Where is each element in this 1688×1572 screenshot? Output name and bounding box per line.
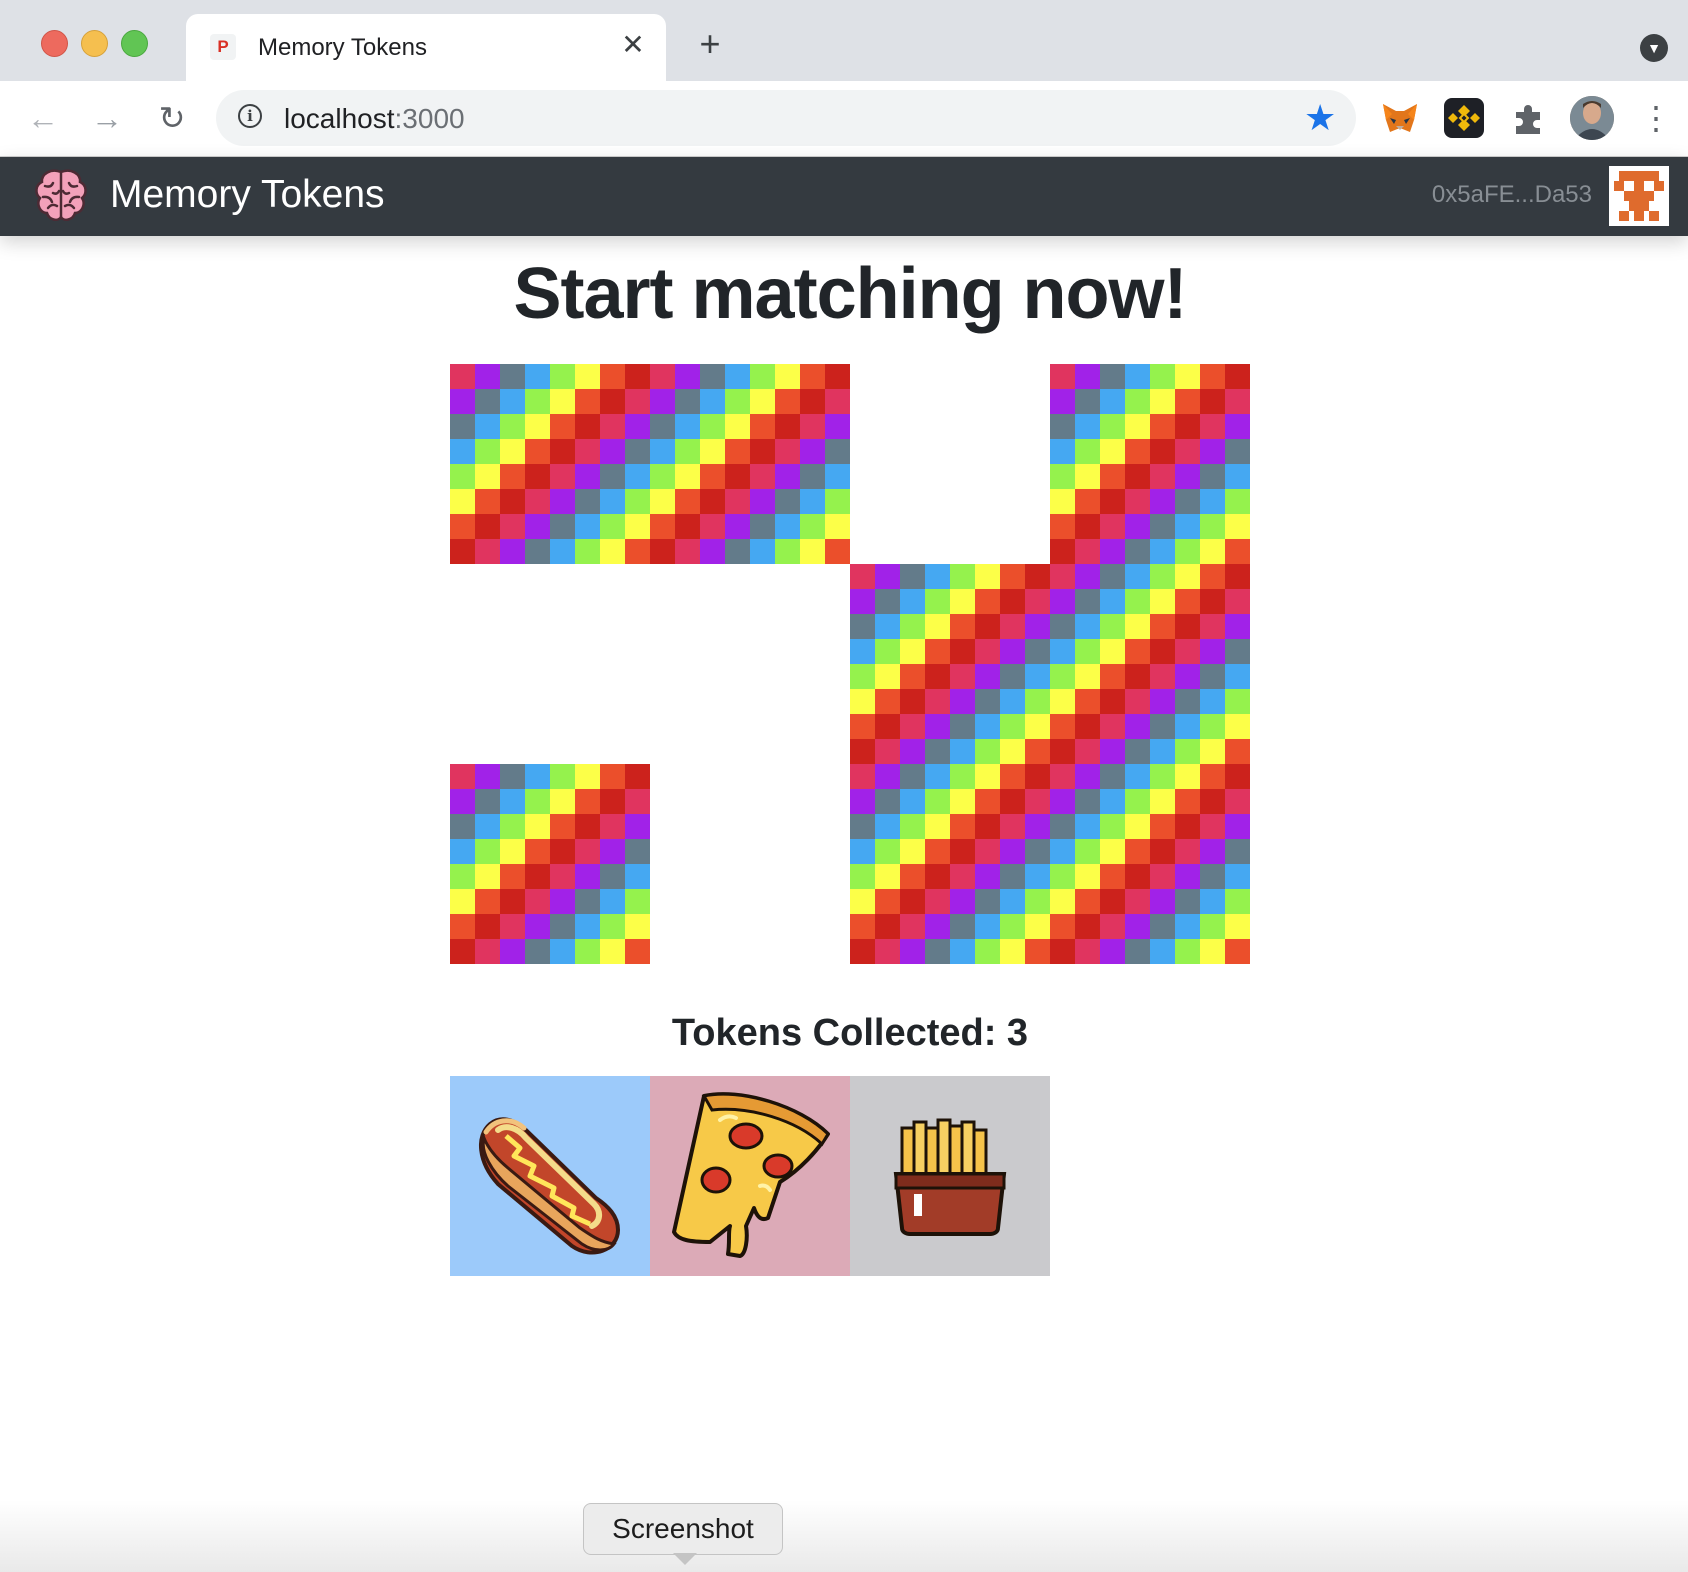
extensions-puzzle-icon[interactable] (1508, 98, 1548, 138)
rainbow-checker-icon (850, 764, 1050, 964)
memory-card-matched[interactable] (650, 564, 850, 764)
fries-icon (850, 1076, 1050, 1276)
rainbow-checker-icon (650, 364, 850, 564)
brain-icon[interactable] (31, 166, 91, 226)
chrome-menu-icon[interactable]: ⋮ (1640, 97, 1672, 139)
url-host: localhost (284, 103, 395, 134)
card-grid (450, 364, 1250, 964)
memory-card-matched[interactable] (450, 564, 650, 764)
memory-card-back[interactable] (1050, 764, 1250, 964)
bottom-shade (0, 1500, 1688, 1572)
token-hotdog (450, 1076, 650, 1276)
window-close-button[interactable] (41, 30, 68, 57)
memory-card-back[interactable] (650, 364, 850, 564)
browser-titlebar: P Memory Tokens ✕ + ▼ (0, 0, 1688, 81)
rainbow-checker-icon (450, 764, 650, 964)
page-heading: Start matching now! (513, 254, 1187, 334)
memory-card-back[interactable] (1050, 364, 1250, 564)
rainbow-checker-icon (1050, 564, 1250, 764)
browser-toolbar: ← → ↻ i localhost:3000 ★ ⋮ (0, 81, 1688, 157)
forward-arrow-icon[interactable]: → (86, 97, 128, 139)
metamask-fox-icon[interactable] (1380, 98, 1420, 138)
bookmark-star-icon[interactable]: ★ (1304, 98, 1336, 138)
token-fries (850, 1076, 1050, 1276)
tokens-collected-label: Tokens Collected: 3 (671, 1012, 1029, 1054)
rainbow-checker-icon (1050, 364, 1250, 564)
rainbow-checker-icon (850, 564, 1050, 764)
memory-card-back[interactable] (850, 564, 1050, 764)
screenshot-tooltip: Screenshot (583, 1503, 783, 1555)
tab-close-icon[interactable]: ✕ (618, 30, 648, 60)
memory-card-matched[interactable] (850, 364, 1050, 564)
account-identicon (1609, 166, 1669, 226)
memory-card-back[interactable] (450, 364, 650, 564)
brand-name[interactable]: Memory Tokens (110, 173, 385, 217)
url-text[interactable]: localhost:3000 (284, 103, 465, 135)
address-bar[interactable]: i localhost:3000 ★ (216, 90, 1356, 146)
hotdog-icon (450, 1076, 650, 1276)
new-tab-button[interactable]: + (694, 26, 726, 62)
memory-card-back[interactable] (850, 764, 1050, 964)
reload-icon[interactable]: ↻ (151, 97, 193, 139)
app-navbar: Memory Tokens 0x5aFE...Da53 (0, 157, 1688, 236)
tab-title: Memory Tokens (258, 34, 427, 61)
pizza-icon (650, 1076, 850, 1276)
site-info-icon[interactable]: i (238, 104, 262, 128)
back-arrow-icon[interactable]: ← (22, 97, 64, 139)
profile-avatar[interactable] (1570, 96, 1614, 140)
tab-favicon-icon: P (210, 34, 236, 60)
window-maximize-button[interactable] (121, 30, 148, 57)
tooltip-arrow (673, 1553, 697, 1565)
rainbow-checker-icon (1050, 764, 1250, 964)
url-port: :3000 (394, 103, 465, 134)
browser-tab[interactable]: P Memory Tokens ✕ (186, 14, 666, 81)
memory-card-matched[interactable] (650, 764, 850, 964)
token-pizza (650, 1076, 850, 1276)
memory-card-back[interactable] (1050, 564, 1250, 764)
rainbow-checker-icon (450, 364, 650, 564)
window-minimize-button[interactable] (81, 30, 108, 57)
memory-card-back[interactable] (450, 764, 650, 964)
account-address: 0x5aFE...Da53 (1431, 181, 1592, 208)
binance-wallet-icon[interactable] (1444, 98, 1484, 138)
tab-search-icon[interactable]: ▼ (1640, 34, 1668, 62)
